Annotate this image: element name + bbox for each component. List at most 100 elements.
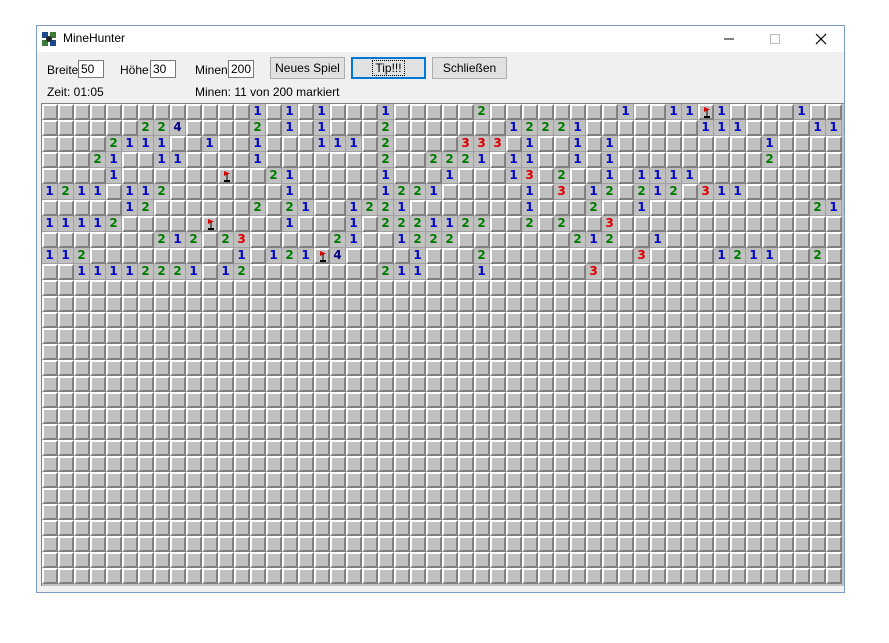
covered-cell[interactable] bbox=[570, 360, 586, 376]
number-cell[interactable]: 2 bbox=[234, 264, 250, 280]
covered-cell[interactable] bbox=[506, 392, 522, 408]
covered-cell[interactable] bbox=[506, 328, 522, 344]
covered-cell[interactable] bbox=[810, 344, 826, 360]
covered-cell[interactable] bbox=[250, 312, 266, 328]
number-cell[interactable]: 2 bbox=[106, 216, 122, 232]
covered-cell[interactable] bbox=[314, 328, 330, 344]
covered-cell[interactable] bbox=[314, 360, 330, 376]
covered-cell[interactable] bbox=[442, 104, 458, 120]
covered-cell[interactable] bbox=[794, 392, 810, 408]
covered-cell[interactable] bbox=[170, 504, 186, 520]
covered-cell[interactable] bbox=[250, 488, 266, 504]
covered-cell[interactable] bbox=[714, 440, 730, 456]
covered-cell[interactable] bbox=[106, 360, 122, 376]
number-cell[interactable]: 2 bbox=[378, 120, 394, 136]
covered-cell[interactable] bbox=[154, 440, 170, 456]
covered-cell[interactable] bbox=[170, 552, 186, 568]
covered-cell[interactable] bbox=[106, 440, 122, 456]
covered-cell[interactable] bbox=[330, 504, 346, 520]
covered-cell[interactable] bbox=[266, 152, 282, 168]
covered-cell[interactable] bbox=[234, 360, 250, 376]
covered-cell[interactable] bbox=[122, 472, 138, 488]
covered-cell[interactable] bbox=[666, 552, 682, 568]
covered-cell[interactable] bbox=[410, 472, 426, 488]
covered-cell[interactable] bbox=[778, 488, 794, 504]
covered-cell[interactable] bbox=[202, 328, 218, 344]
covered-cell[interactable] bbox=[490, 504, 506, 520]
covered-cell[interactable] bbox=[250, 392, 266, 408]
covered-cell[interactable] bbox=[506, 104, 522, 120]
covered-cell[interactable] bbox=[602, 120, 618, 136]
covered-cell[interactable] bbox=[330, 552, 346, 568]
covered-cell[interactable] bbox=[138, 392, 154, 408]
number-cell[interactable]: 1 bbox=[346, 216, 362, 232]
covered-cell[interactable] bbox=[154, 536, 170, 552]
covered-cell[interactable] bbox=[234, 472, 250, 488]
covered-cell[interactable] bbox=[58, 536, 74, 552]
covered-cell[interactable] bbox=[74, 168, 90, 184]
covered-cell[interactable] bbox=[746, 296, 762, 312]
covered-cell[interactable] bbox=[378, 440, 394, 456]
mines-input[interactable] bbox=[228, 60, 254, 78]
covered-cell[interactable] bbox=[730, 376, 746, 392]
covered-cell[interactable] bbox=[170, 280, 186, 296]
covered-cell[interactable] bbox=[826, 536, 842, 552]
covered-cell[interactable] bbox=[122, 456, 138, 472]
flagged-cell[interactable] bbox=[202, 216, 218, 232]
covered-cell[interactable] bbox=[474, 392, 490, 408]
covered-cell[interactable] bbox=[570, 456, 586, 472]
covered-cell[interactable] bbox=[474, 120, 490, 136]
covered-cell[interactable] bbox=[266, 568, 282, 584]
covered-cell[interactable] bbox=[442, 568, 458, 584]
covered-cell[interactable] bbox=[778, 536, 794, 552]
covered-cell[interactable] bbox=[826, 568, 842, 584]
covered-cell[interactable] bbox=[186, 216, 202, 232]
covered-cell[interactable] bbox=[202, 184, 218, 200]
covered-cell[interactable] bbox=[218, 504, 234, 520]
covered-cell[interactable] bbox=[186, 456, 202, 472]
number-cell[interactable]: 2 bbox=[138, 200, 154, 216]
covered-cell[interactable] bbox=[90, 504, 106, 520]
covered-cell[interactable] bbox=[554, 536, 570, 552]
covered-cell[interactable] bbox=[410, 152, 426, 168]
covered-cell[interactable] bbox=[746, 328, 762, 344]
covered-cell[interactable] bbox=[810, 472, 826, 488]
covered-cell[interactable] bbox=[250, 344, 266, 360]
covered-cell[interactable] bbox=[42, 456, 58, 472]
covered-cell[interactable] bbox=[58, 344, 74, 360]
covered-cell[interactable] bbox=[106, 344, 122, 360]
covered-cell[interactable] bbox=[714, 216, 730, 232]
covered-cell[interactable] bbox=[250, 408, 266, 424]
covered-cell[interactable] bbox=[186, 280, 202, 296]
covered-cell[interactable] bbox=[394, 488, 410, 504]
number-cell[interactable]: 1 bbox=[58, 216, 74, 232]
covered-cell[interactable] bbox=[42, 200, 58, 216]
covered-cell[interactable] bbox=[122, 520, 138, 536]
number-cell[interactable]: 1 bbox=[650, 184, 666, 200]
covered-cell[interactable] bbox=[186, 168, 202, 184]
covered-cell[interactable] bbox=[698, 248, 714, 264]
covered-cell[interactable] bbox=[330, 104, 346, 120]
covered-cell[interactable] bbox=[58, 328, 74, 344]
covered-cell[interactable] bbox=[794, 536, 810, 552]
covered-cell[interactable] bbox=[74, 136, 90, 152]
covered-cell[interactable] bbox=[154, 520, 170, 536]
covered-cell[interactable] bbox=[762, 392, 778, 408]
covered-cell[interactable] bbox=[186, 184, 202, 200]
covered-cell[interactable] bbox=[346, 344, 362, 360]
covered-cell[interactable] bbox=[250, 536, 266, 552]
covered-cell[interactable] bbox=[58, 456, 74, 472]
covered-cell[interactable] bbox=[810, 312, 826, 328]
covered-cell[interactable] bbox=[522, 520, 538, 536]
covered-cell[interactable] bbox=[426, 376, 442, 392]
covered-cell[interactable] bbox=[746, 136, 762, 152]
number-cell[interactable]: 2 bbox=[602, 184, 618, 200]
covered-cell[interactable] bbox=[346, 568, 362, 584]
number-cell[interactable]: 1 bbox=[714, 120, 730, 136]
covered-cell[interactable] bbox=[234, 392, 250, 408]
covered-cell[interactable] bbox=[762, 520, 778, 536]
covered-cell[interactable] bbox=[522, 552, 538, 568]
covered-cell[interactable] bbox=[362, 376, 378, 392]
covered-cell[interactable] bbox=[186, 200, 202, 216]
covered-cell[interactable] bbox=[746, 152, 762, 168]
